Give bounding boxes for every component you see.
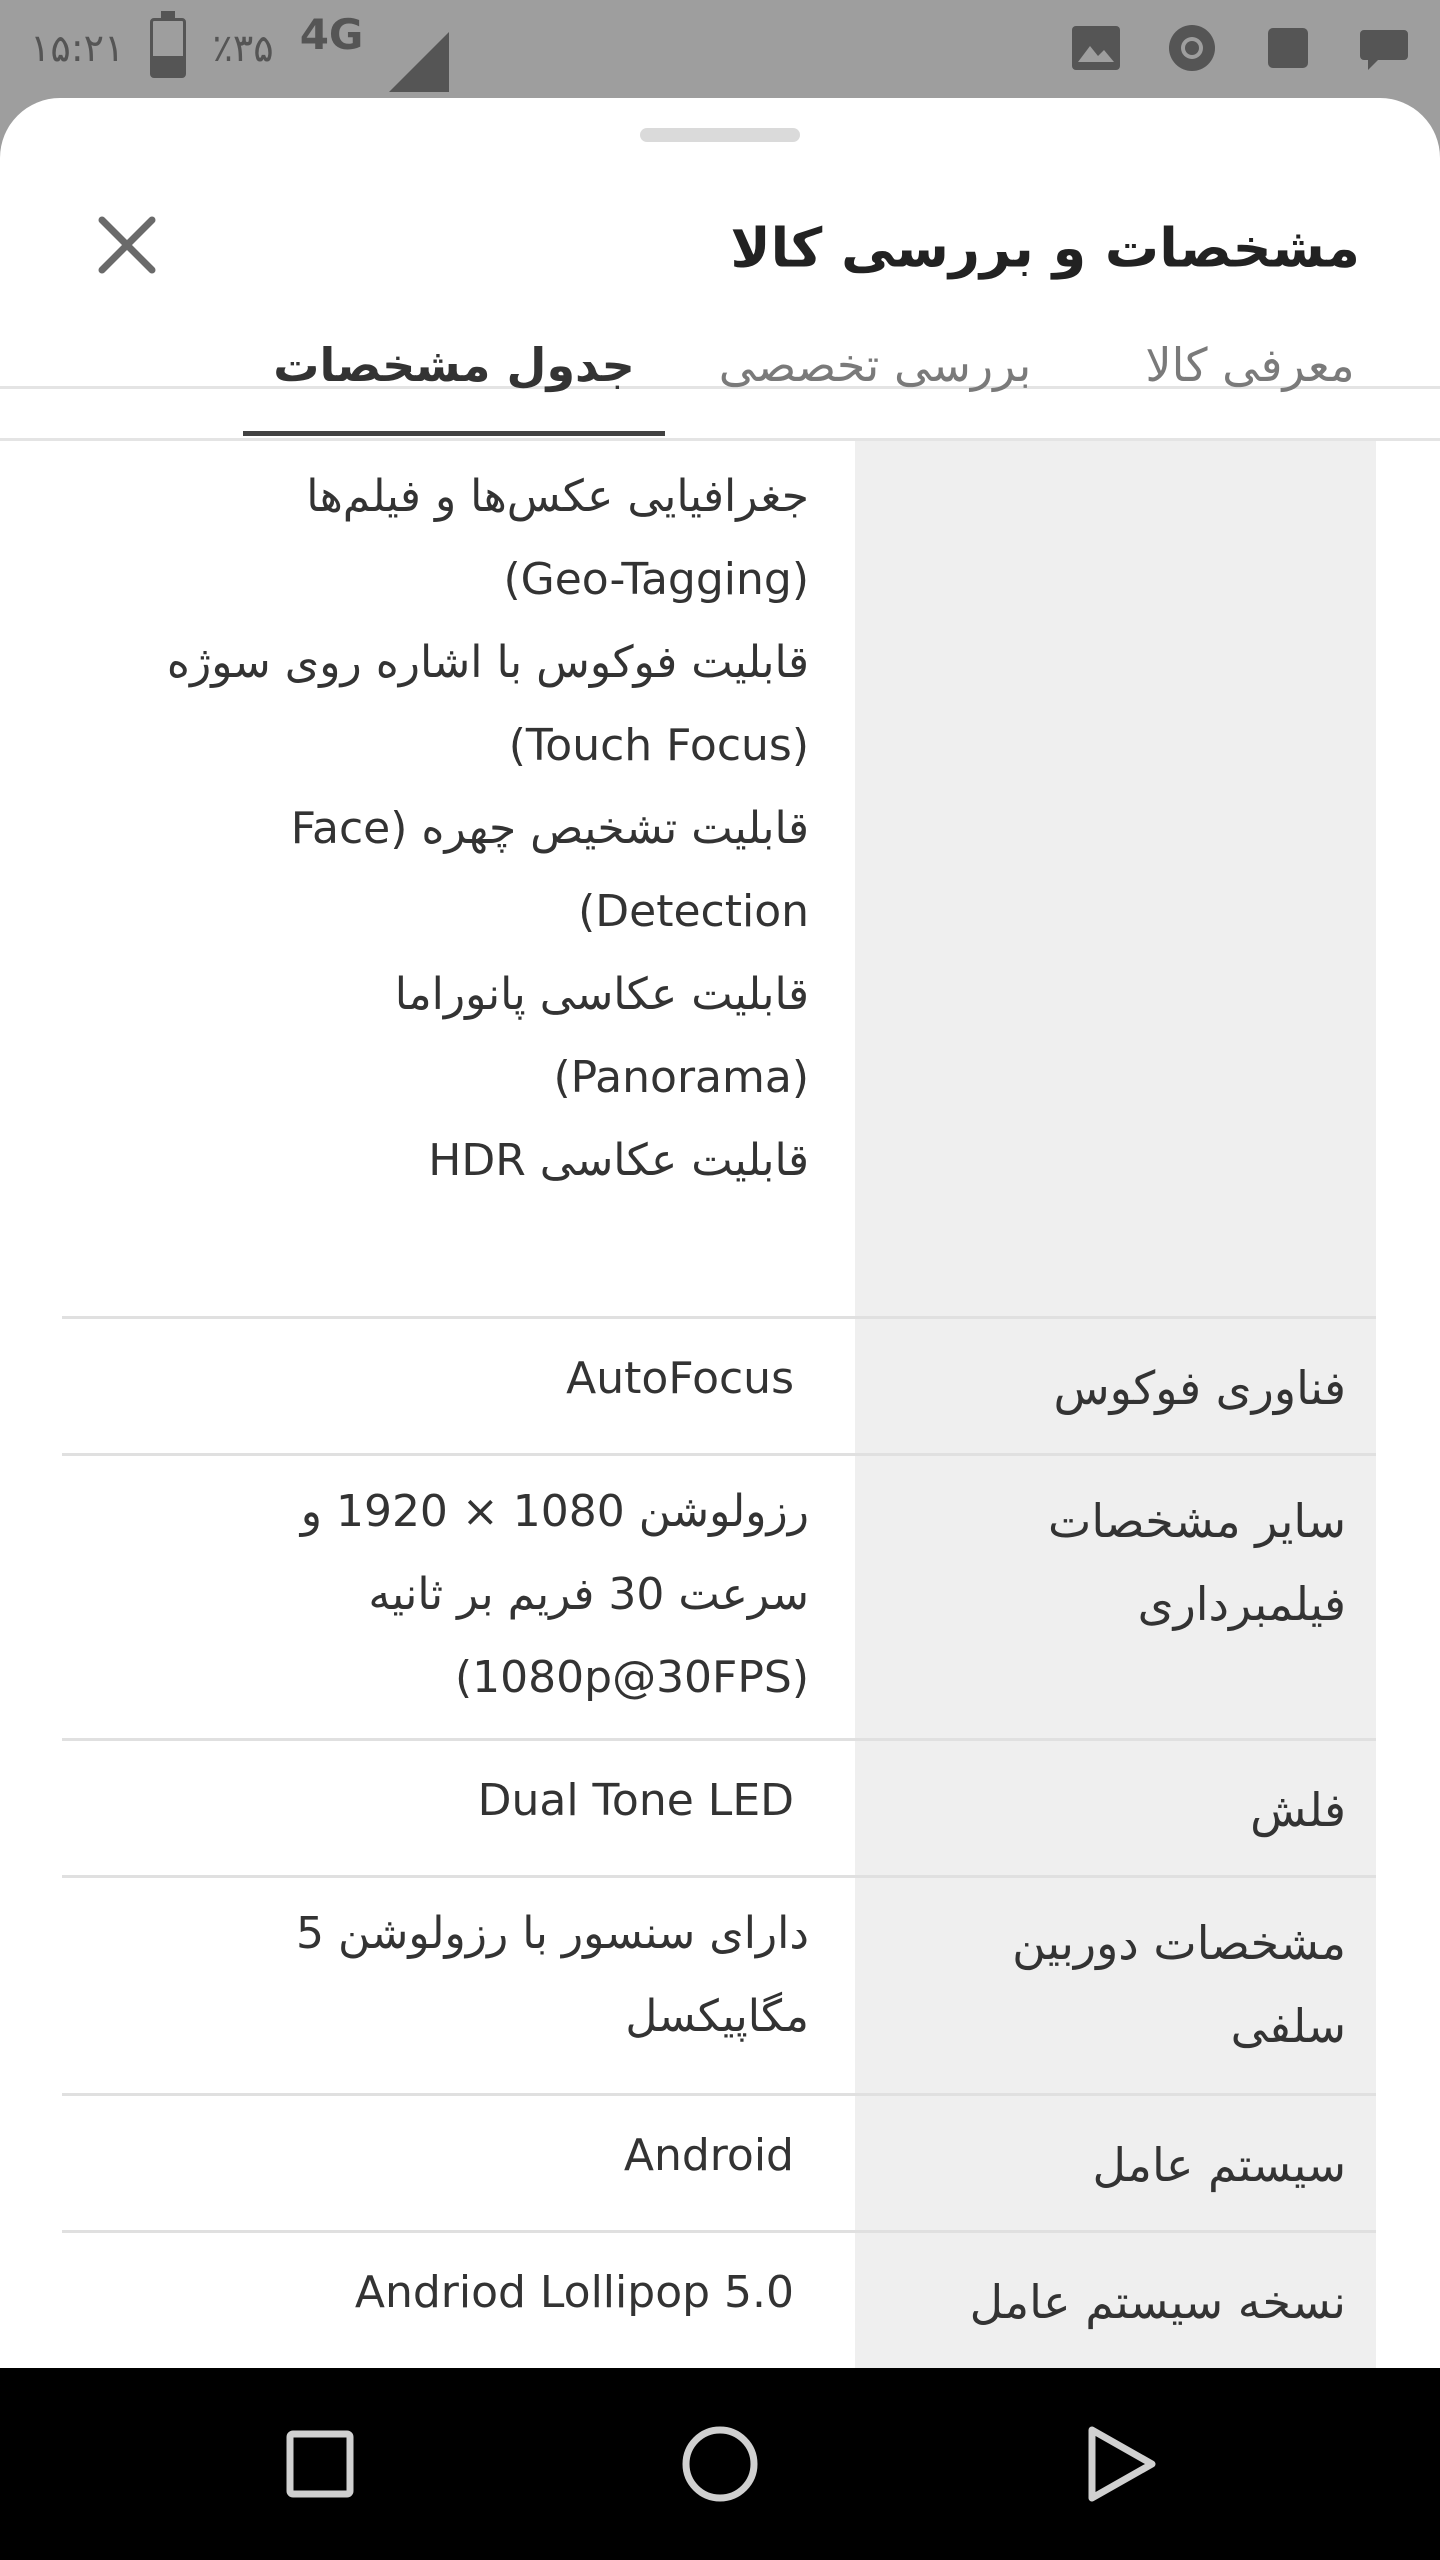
- status-notification-icons: [1070, 22, 1410, 74]
- spec-label-line: فناوری فوکوس: [1053, 1361, 1346, 1415]
- active-tab-indicator: [243, 431, 665, 436]
- spec-label: فناوری فوکوس: [906, 1347, 1346, 1430]
- spec-value: دارای سنسور با رزولوشن 5 مگاپیکسل: [62, 1892, 809, 2058]
- spec-value-line: (1080p@30FPS): [454, 1652, 809, 1703]
- image-icon: [1072, 26, 1120, 70]
- battery-percentage: ٪۳۵: [212, 26, 274, 70]
- spec-value: جغرافیایی عکس‌ها و فیلم‌ها (Geo-Tagging)…: [62, 455, 809, 1202]
- spec-value-line: (Touch Focus): [508, 720, 809, 771]
- spec-table: جغرافیایی عکس‌ها و فیلم‌ها (Geo-Tagging)…: [0, 441, 1440, 2368]
- tab-bar: معرفی کالا بررسی تخصصی جدول مشخصات: [0, 291, 1440, 441]
- spec-value-line: Dual Tone LED: [477, 1775, 794, 1826]
- chrome-icon: [1169, 25, 1215, 71]
- spec-value-line: قابلیت عکاسی پانوراما: [394, 969, 809, 1020]
- spec-value-line: Android: [623, 2130, 794, 2181]
- drag-handle[interactable]: [640, 128, 800, 142]
- battery-icon: [150, 11, 187, 78]
- recents-icon[interactable]: [278, 2422, 362, 2506]
- spec-label-line: فیلمبرداری: [1137, 1577, 1346, 1631]
- spec-value-line: قابلیت فوکوس با اشاره روی سوژه: [166, 637, 809, 688]
- tab-product-intro[interactable]: معرفی کالا: [1090, 291, 1410, 438]
- spec-label: سیستم عامل: [906, 2124, 1346, 2207]
- table-row: جغرافیایی عکس‌ها و فیلم‌ها (Geo-Tagging)…: [62, 441, 1376, 1319]
- battery-fill: [153, 56, 184, 75]
- spec-value-line: (Panorama): [553, 1052, 809, 1103]
- square-notification-icon: [1268, 28, 1308, 68]
- network-type: 4G: [299, 9, 364, 59]
- spec-value-line: دارای سنسور با رزولوشن 5: [296, 1908, 809, 1959]
- spec-value-line: Andriod Lollipop 5.0: [354, 2267, 794, 2318]
- spec-value-line: سرعت 30 فریم بر ثانیه: [368, 1569, 809, 1620]
- table-row: نسخه سیستم عامل Andriod Lollipop 5.0: [62, 2233, 1376, 2368]
- table-row: سایر مشخصات فیلمبرداری رزولوشن 1080 × 19…: [62, 1456, 1376, 1741]
- spec-label-line: نسخه سیستم عامل: [969, 2275, 1346, 2329]
- close-icon[interactable]: [92, 210, 162, 280]
- sheet-header: مشخصات و بررسی کالا: [0, 188, 1440, 308]
- table-row: سیستم عامل Android: [62, 2096, 1376, 2233]
- spec-label-line: سایر مشخصات: [1048, 1494, 1346, 1548]
- table-row: مشخصات دوربین سلفی دارای سنسور با رزولوش…: [62, 1878, 1376, 2096]
- navigation-bar: [0, 2368, 1440, 2560]
- spec-value-line: Detection): [578, 886, 809, 937]
- spec-value-line: AutoFocus: [566, 1353, 794, 1404]
- status-bar: ۱۵:۲۱ ٪۳۵ 4G: [0, 0, 1440, 98]
- sheet-title: مشخصات و بررسی کالا: [730, 216, 1360, 280]
- spec-value-line: مگاپیکسل: [625, 1991, 809, 2042]
- status-left-group: ۱۵:۲۱ ٪۳۵ 4G: [30, 10, 450, 92]
- spec-value: AutoFocus: [47, 1337, 794, 1420]
- status-time: ۱۵:۲۱: [30, 26, 125, 70]
- spec-value-line: (Geo-Tagging): [503, 554, 809, 605]
- tab-expert-review[interactable]: بررسی تخصصی: [690, 291, 1060, 438]
- spec-label: فلش: [906, 1769, 1346, 1852]
- spec-label: سایر مشخصات فیلمبرداری: [906, 1480, 1346, 1646]
- back-icon[interactable]: [1078, 2422, 1162, 2506]
- chat-bubble-icon: [1360, 30, 1408, 70]
- spec-value: Andriod Lollipop 5.0: [47, 2251, 794, 2334]
- spec-label: نسخه سیستم عامل: [906, 2261, 1346, 2344]
- spec-label-line: سلفی: [1230, 1999, 1346, 2053]
- table-row: فناوری فوکوس AutoFocus: [62, 1319, 1376, 1456]
- tab-specifications[interactable]: جدول مشخصات: [243, 291, 665, 438]
- spec-value-line: قابلیت تشخیص چهره (Face: [290, 803, 809, 854]
- spec-value-line: قابلیت عکاسی HDR: [428, 1135, 809, 1186]
- spec-value: رزولوشن 1080 × 1920 و سرعت 30 فریم بر ثا…: [62, 1470, 809, 1719]
- signal-icon: [389, 32, 450, 92]
- spec-label: مشخصات دوربین سلفی: [906, 1902, 1346, 2068]
- spec-label-line: فلش: [1250, 1783, 1346, 1837]
- spec-value: Android: [47, 2114, 794, 2197]
- spec-label-line: سیستم عامل: [1092, 2138, 1346, 2192]
- spec-value: Dual Tone LED: [47, 1759, 794, 1842]
- spec-label-line: مشخصات دوربین: [1012, 1916, 1346, 1970]
- spec-value-line: رزولوشن 1080 × 1920 و: [300, 1486, 809, 1537]
- table-row: فلش Dual Tone LED: [62, 1741, 1376, 1878]
- home-icon[interactable]: [678, 2422, 762, 2506]
- spec-value-line: جغرافیایی عکس‌ها و فیلم‌ها: [306, 471, 809, 522]
